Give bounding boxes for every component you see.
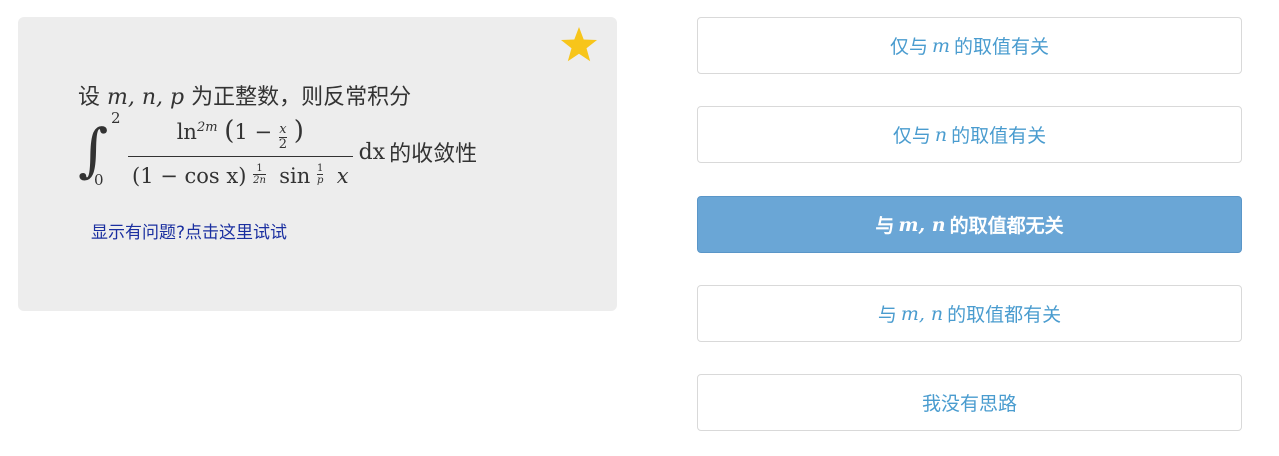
- intro-suffix: 为正整数，则反常积分: [191, 85, 412, 110]
- integrand-denominator: (1 − cos x) 1 2n sin 1 p x: [132, 163, 349, 189]
- display-help-link[interactable]: 显示有问题?点击这里试试: [91, 218, 287, 243]
- integral-lower-limit: 0: [94, 171, 104, 189]
- question-text: 设 m, n, p 为正整数，则反常积分 ∫ 2 0 ln2m (1 − x 2: [78, 79, 477, 191]
- option-c-button[interactable]: 与 m, n 的取值都无关: [697, 196, 1242, 253]
- intro-vars: m, n, p: [107, 85, 185, 110]
- integrand-fraction: ln2m (1 − x 2 ) (1 − cos x) 1 2n sin 1 p…: [128, 115, 353, 189]
- question-tail: 的收敛性: [389, 142, 478, 167]
- intro-prefix: 设: [78, 85, 101, 110]
- integrand-numerator: ln2m (1 − x 2 ): [176, 115, 304, 152]
- option-d-button[interactable]: 与 m, n 的取值都有关: [697, 285, 1242, 342]
- question-intro: 设 m, n, p 为正整数，则反常积分: [78, 79, 477, 111]
- no-idea-button[interactable]: 我没有思路: [697, 374, 1242, 431]
- option-a-button[interactable]: 仅与 m 的取值有关: [697, 17, 1242, 74]
- star-icon[interactable]: [559, 25, 599, 65]
- question-card: 设 m, n, p 为正整数，则反常积分 ∫ 2 0 ln2m (1 − x 2: [18, 17, 617, 311]
- differential: dx: [358, 139, 386, 165]
- option-b-button[interactable]: 仅与 n 的取值有关: [697, 106, 1242, 163]
- integral-expression: ∫ 2 0 ln2m (1 − x 2 ) (1 − cos x) 1 2n s…: [78, 109, 478, 191]
- integral-upper-limit: 2: [111, 109, 121, 127]
- integral-sign: ∫ 2 0: [78, 109, 121, 189]
